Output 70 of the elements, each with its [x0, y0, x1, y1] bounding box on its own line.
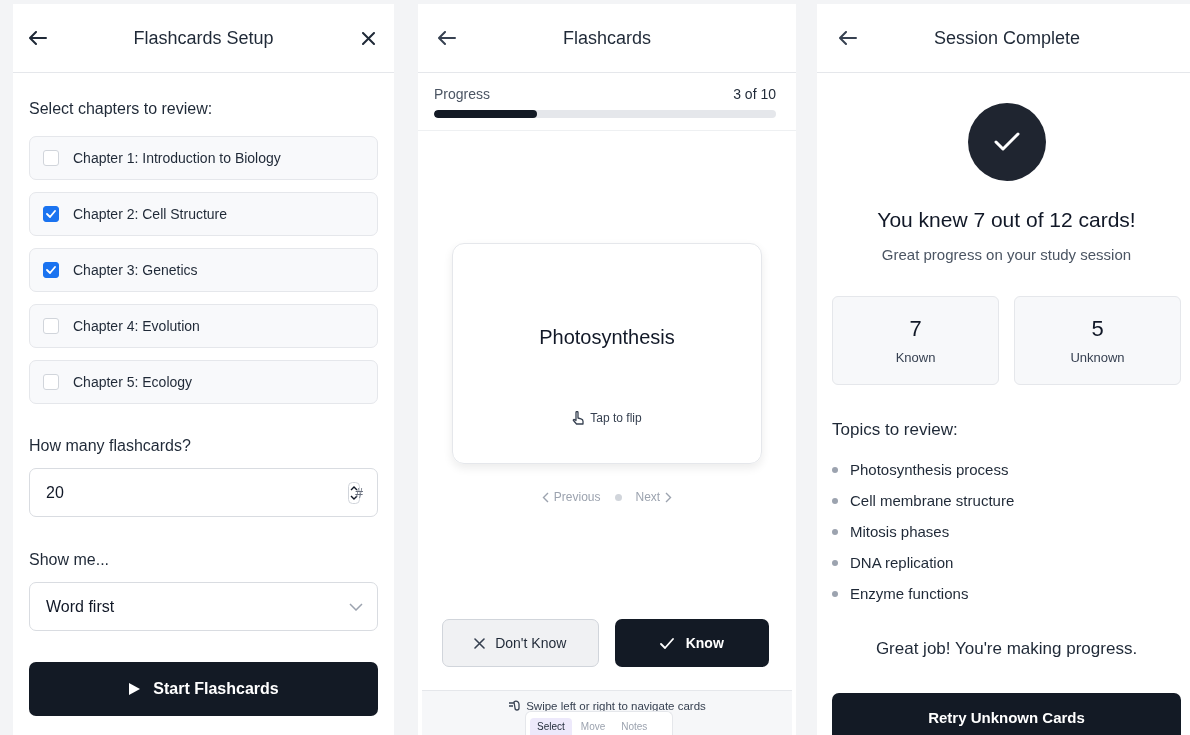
checkmark-icon: [46, 210, 56, 218]
chapter-option[interactable]: Chapter 1: Introduction to Biology: [29, 136, 378, 180]
chapter-option[interactable]: Chapter 5: Ecology: [29, 360, 378, 404]
bullet-dot: [832, 466, 838, 473]
number-input-field[interactable]: 20 #: [29, 468, 378, 517]
back-arrow-icon: [438, 31, 456, 45]
x-icon: [474, 637, 486, 649]
screen-title: Flashcards: [563, 27, 651, 49]
start-button[interactable]: Start Flashcards: [29, 662, 378, 716]
result-subtitle: Great progress on your study session: [881, 246, 1132, 263]
stat-value: 5: [1091, 316, 1104, 342]
card-term: Photosynthesis: [539, 326, 675, 349]
section-label: Select chapters to review:: [29, 100, 214, 118]
bullet-dot: [832, 497, 838, 504]
field-label: How many flashcards?: [29, 437, 192, 455]
chapter-label: Chapter 4: Evolution: [73, 318, 200, 334]
chevron-down-icon: [349, 602, 363, 611]
chapter-option[interactable]: Chapter 2: Cell Structure: [29, 192, 378, 236]
encouragement-message: Great job! You're making progress.: [875, 639, 1138, 659]
bullet-dot: [832, 559, 838, 566]
close-icon: [362, 31, 376, 45]
chapter-label: Chapter 5: Ecology: [73, 374, 193, 390]
progress-count: 3 of 10: [733, 86, 776, 102]
chapter-label: Chapter 2: Cell Structure: [73, 206, 228, 222]
checkmark-icon: [46, 266, 56, 274]
close-button[interactable]: [360, 29, 378, 47]
know-button[interactable]: Know: [614, 619, 769, 667]
checkbox[interactable]: [43, 262, 59, 278]
tap-hint: Tap to flip: [590, 411, 642, 425]
toolbar-tab[interactable]: Select: [530, 718, 572, 735]
topic-item: Photosynthesis process: [850, 461, 1009, 478]
page-dot: [614, 493, 622, 501]
chevron-left-icon: [541, 491, 549, 503]
bullet-dot: [832, 590, 838, 597]
field-label: Show me...: [29, 551, 111, 569]
screen-title: Session Complete: [933, 27, 1081, 49]
result-heading: You knew 7 out of 12 cards!: [877, 208, 1136, 232]
back-arrow-icon: [29, 31, 47, 45]
hash-symbol: #: [355, 484, 363, 501]
play-icon: [128, 682, 142, 696]
swipe-hand-icon: [508, 700, 521, 711]
chapter-option[interactable]: Chapter 3: Genetics: [29, 248, 378, 292]
progress-label: Progress: [434, 86, 491, 102]
topics-heading: Topics to review:: [832, 420, 958, 440]
topic-item: DNA replication: [850, 554, 954, 571]
screen-title: Flashcards Setup: [133, 27, 274, 49]
mode-dropdown[interactable]: Word first: [29, 582, 378, 631]
topic-item: Mitosis phases: [850, 523, 950, 540]
dont-know-button[interactable]: Don't Know: [442, 619, 599, 667]
chevron-right-icon: [665, 491, 673, 503]
back-button[interactable]: [29, 29, 47, 47]
retry-button[interactable]: Retry Unknown Cards: [832, 693, 1181, 735]
topic-item: Cell membrane structure: [850, 492, 1015, 509]
chapter-label: Chapter 3: Genetics: [73, 262, 198, 278]
stat-label: Unknown: [1070, 350, 1125, 365]
stat-value: 7: [909, 316, 922, 342]
flashcard[interactable]: Photosynthesis Tap to flip: [452, 243, 762, 464]
success-check-icon: [967, 103, 1046, 181]
checkbox[interactable]: [43, 206, 59, 222]
tap-hand-icon: [572, 411, 585, 425]
stat-label: Known: [895, 350, 936, 365]
back-button[interactable]: [438, 29, 456, 47]
topic-item: Enzyme functions: [850, 585, 969, 602]
stepper-icon[interactable]: [348, 481, 361, 504]
chapter-option[interactable]: Chapter 4: Evolution: [29, 304, 378, 348]
back-button[interactable]: [839, 29, 857, 47]
back-arrow-icon: [839, 31, 857, 45]
checkmark-icon: [659, 637, 674, 649]
chapter-label: Chapter 1: Introduction to Biology: [73, 150, 281, 166]
bullet-dot: [832, 528, 838, 535]
